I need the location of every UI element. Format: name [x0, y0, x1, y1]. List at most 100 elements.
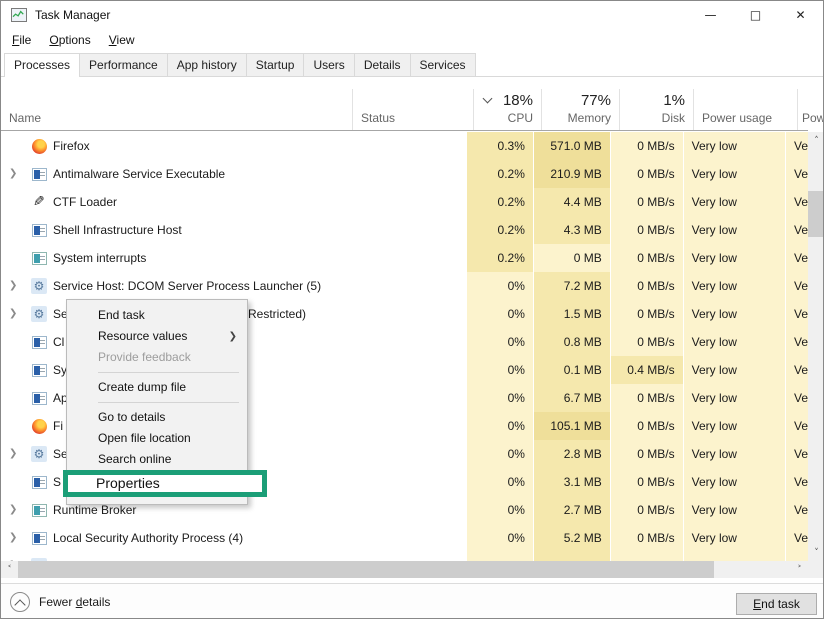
status-cell [347, 552, 466, 561]
context-menu-item-create-dump-file[interactable]: Create dump file [67, 377, 247, 398]
context-menu-item-go-to-details[interactable]: Go to details [67, 407, 247, 428]
window-teal-icon [32, 504, 47, 517]
table-row[interactable]: ❯⚙Service Host: Unistack Service Group (… [1, 552, 808, 561]
table-row[interactable]: ❯Antimalware Service Executable0.2%210.9… [1, 160, 808, 188]
table-row[interactable]: Shell Infrastructure Host0.2%4.3 MB0 MB/… [1, 216, 808, 244]
context-menu-item-open-file-location[interactable]: Open file location [67, 428, 247, 449]
cpu-cell: 0.2% [466, 216, 533, 244]
context-menu-item-provide-feedback: Provide feedback [67, 347, 247, 368]
expand-chevron-icon[interactable]: ❯ [9, 308, 19, 319]
process-name: Local Security Authority Process (4) [53, 531, 243, 545]
memory-cell: 105.1 MB [533, 412, 610, 440]
column-header-status[interactable]: Status [353, 89, 474, 130]
power-cell: Very low [683, 216, 785, 244]
tab-services[interactable]: Services [410, 53, 476, 76]
column-header-cpu[interactable]: 18% CPU [474, 89, 542, 130]
context-menu-item-search-online[interactable]: Search online [67, 449, 247, 470]
status-cell [347, 496, 466, 524]
tab-app-history[interactable]: App history [167, 53, 247, 76]
memory-cell: 0.8 MB [533, 328, 610, 356]
status-cell [347, 272, 466, 300]
tab-performance[interactable]: Performance [79, 53, 168, 76]
horizontal-scrollbar[interactable]: ˂ ˃ [1, 561, 808, 578]
table-row[interactable]: ✎CTF Loader0.2%4.4 MB0 MB/sVery lowVe [1, 188, 808, 216]
task-manager-icon [11, 8, 27, 22]
power-cell: Very low [683, 412, 785, 440]
window-icon [32, 168, 47, 181]
process-icon [31, 250, 47, 266]
tab-details[interactable]: Details [354, 53, 411, 76]
power-cell: Very low [683, 188, 785, 216]
menu-options[interactable]: Options [40, 30, 99, 50]
context-menu-item-properties[interactable]: Properties [67, 470, 247, 499]
annotation-highlight-box[interactable]: Properties [63, 470, 267, 497]
fewer-details-button[interactable]: Fewer details [10, 592, 110, 612]
process-icon [31, 530, 47, 546]
scroll-left-icon[interactable]: ˂ [1, 561, 18, 578]
expand-chevron-icon[interactable]: ❯ [9, 532, 19, 543]
power-trend-cell: Ve [785, 440, 808, 468]
memory-cell: 5.2 MB [533, 524, 610, 552]
cpu-cell: 0% [466, 496, 533, 524]
memory-cell: 7.2 MB [533, 272, 610, 300]
cpu-cell: 0% [466, 300, 533, 328]
menu-file[interactable]: File [3, 30, 40, 50]
table-header: Name Status 18% CPU 77% Memory 1% Disk P… [1, 89, 808, 131]
submenu-arrow-icon: ❯ [229, 326, 237, 347]
process-name-fragment: Restricted) [248, 307, 306, 321]
vertical-scrollbar[interactable]: ˄ ˅ [808, 132, 824, 561]
context-menu-item-resource-values[interactable]: Resource values❯ [67, 326, 247, 347]
power-cell: Very low [683, 524, 785, 552]
scroll-down-icon[interactable]: ˅ [808, 544, 824, 561]
table-row[interactable]: ❯Local Security Authority Process (4)0%5… [1, 524, 808, 552]
power-cell: Very low [683, 272, 785, 300]
column-header-name[interactable]: Name [1, 89, 353, 130]
process-name: Shell Infrastructure Host [53, 223, 182, 237]
power-trend-cell: Ve [785, 132, 808, 160]
power-trend-cell: Ve [785, 356, 808, 384]
column-header-power-usage[interactable]: Power usage [694, 89, 798, 130]
process-icon [31, 334, 47, 350]
window-icon [32, 532, 47, 545]
horizontal-scrollbar-thumb[interactable] [18, 561, 714, 578]
scroll-right-icon[interactable]: ˃ [791, 561, 808, 578]
tab-processes[interactable]: Processes [4, 53, 80, 77]
expand-chevron-icon[interactable]: ❯ [9, 280, 19, 291]
table-row[interactable]: ❯⚙Service Host: DCOM Server Process Laun… [1, 272, 808, 300]
close-button[interactable]: ✕ [778, 1, 823, 29]
disk-cell: 0 MB/s [610, 552, 683, 561]
expand-chevron-icon[interactable]: ❯ [9, 448, 19, 459]
power-trend-cell: Ve [785, 552, 808, 561]
menu-bar: FileOptionsView [1, 29, 823, 51]
column-header-memory[interactable]: 77% Memory [542, 89, 620, 130]
tab-startup[interactable]: Startup [246, 53, 305, 76]
status-cell [347, 132, 466, 160]
process-name-cell: ❯⚙Service Host: DCOM Server Process Laun… [1, 272, 347, 300]
minimize-button[interactable]: — [688, 1, 733, 29]
expand-chevron-icon[interactable]: ❯ [9, 504, 19, 515]
disk-cell: 0 MB/s [610, 160, 683, 188]
power-trend-cell: Ve [785, 188, 808, 216]
status-cell [347, 440, 466, 468]
end-task-button[interactable]: End task [736, 593, 817, 615]
table-row[interactable]: Firefox0.3%571.0 MB0 MB/sVery lowVe [1, 132, 808, 160]
column-header-disk[interactable]: 1% Disk [620, 89, 694, 130]
expand-chevron-icon[interactable]: ❯ [9, 168, 19, 179]
process-name: Runtime Broker [53, 503, 136, 517]
power-cell: Very low [683, 440, 785, 468]
memory-cell: 2.7 MB [533, 496, 610, 524]
context-menu-item-end-task[interactable]: End task [67, 305, 247, 326]
table-row[interactable]: System interrupts0.2%0 MB0 MB/sVery lowV… [1, 244, 808, 272]
menu-view[interactable]: View [100, 30, 144, 50]
maximize-button[interactable]: □ [733, 1, 778, 29]
disk-cell: 0 MB/s [610, 132, 683, 160]
column-header-power-usage-trend[interactable]: Pow [798, 89, 808, 130]
memory-cell: 4.3 MB [533, 216, 610, 244]
scroll-up-icon[interactable]: ˄ [808, 132, 824, 149]
status-cell [347, 244, 466, 272]
tab-users[interactable]: Users [303, 53, 354, 76]
process-name: Firefox [53, 139, 90, 153]
process-icon [31, 222, 47, 238]
status-bar: Fewer details End task [1, 583, 823, 619]
vertical-scrollbar-thumb[interactable] [808, 191, 824, 237]
